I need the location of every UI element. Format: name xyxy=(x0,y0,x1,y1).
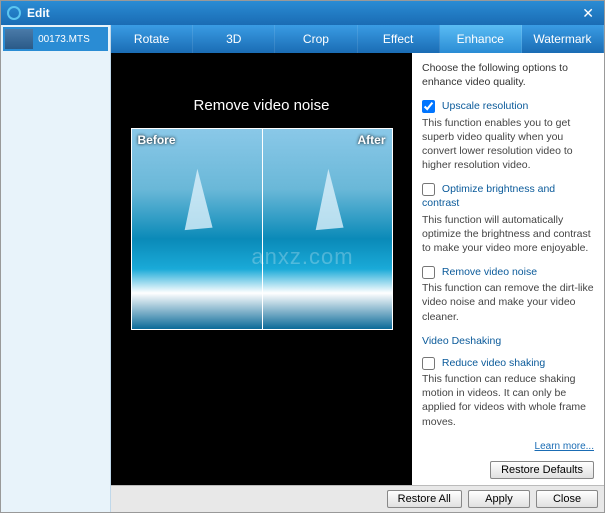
thumbnail-image xyxy=(5,29,33,49)
option-upscale[interactable]: Upscale resolution xyxy=(422,99,594,113)
tab-3d[interactable]: 3D xyxy=(193,25,275,53)
app-icon xyxy=(7,6,21,20)
restore-defaults-button[interactable]: Restore Defaults xyxy=(490,461,594,479)
file-thumbnail[interactable]: 00173.MTS xyxy=(3,27,108,51)
reduce-shaking-desc: This function can reduce shaking motion … xyxy=(422,372,594,429)
after-panel: After xyxy=(262,129,392,329)
option-brightness[interactable]: Optimize brightness and contrast xyxy=(422,182,594,210)
remove-noise-checkbox[interactable] xyxy=(422,266,435,279)
option-remove-noise[interactable]: Remove video noise xyxy=(422,265,594,279)
learn-more-link[interactable]: Learn more... xyxy=(535,441,594,452)
upscale-label: Upscale resolution xyxy=(442,100,528,112)
panel-intro: Choose the following options to enhance … xyxy=(422,61,594,89)
preview-title: Remove video noise xyxy=(194,97,330,114)
enhance-options-panel: Choose the following options to enhance … xyxy=(412,53,604,485)
tab-enhance[interactable]: Enhance xyxy=(440,25,522,53)
deshake-title: Video Deshaking xyxy=(422,334,594,348)
brightness-desc: This function will automatically optimiz… xyxy=(422,213,594,256)
brightness-label: Optimize brightness and contrast xyxy=(422,183,555,209)
apply-button[interactable]: Apply xyxy=(468,490,530,508)
reduce-shaking-label: Reduce video shaking xyxy=(442,357,545,369)
after-label: After xyxy=(357,133,385,147)
tab-watermark[interactable]: Watermark xyxy=(522,25,604,53)
close-icon[interactable]: ✕ xyxy=(578,5,598,22)
option-reduce-shaking[interactable]: Reduce video shaking xyxy=(422,356,594,370)
footer: Restore All Apply Close xyxy=(111,485,604,512)
close-button[interactable]: Close xyxy=(536,490,598,508)
tab-rotate[interactable]: Rotate xyxy=(111,25,193,53)
file-name: 00173.MTS xyxy=(36,34,90,45)
sidebar: 00173.MTS xyxy=(1,25,111,512)
titlebar: Edit ✕ xyxy=(1,1,604,25)
before-after-compare: Before After xyxy=(131,128,393,330)
reduce-shaking-checkbox[interactable] xyxy=(422,357,435,370)
upscale-checkbox[interactable] xyxy=(422,100,435,113)
tab-effect[interactable]: Effect xyxy=(358,25,440,53)
upscale-desc: This function enables you to get superb … xyxy=(422,116,594,173)
before-panel: Before xyxy=(132,129,262,329)
before-label: Before xyxy=(138,133,176,147)
window-title: Edit xyxy=(27,6,578,20)
tab-bar: Rotate 3D Crop Effect Enhance Watermark xyxy=(111,25,604,53)
preview-area: Remove video noise Before After anxz.com xyxy=(111,53,412,485)
tab-crop[interactable]: Crop xyxy=(275,25,357,53)
remove-noise-desc: This function can remove the dirt-like v… xyxy=(422,281,594,324)
restore-all-button[interactable]: Restore All xyxy=(387,490,462,508)
brightness-checkbox[interactable] xyxy=(422,183,435,196)
remove-noise-label: Remove video noise xyxy=(442,266,537,278)
